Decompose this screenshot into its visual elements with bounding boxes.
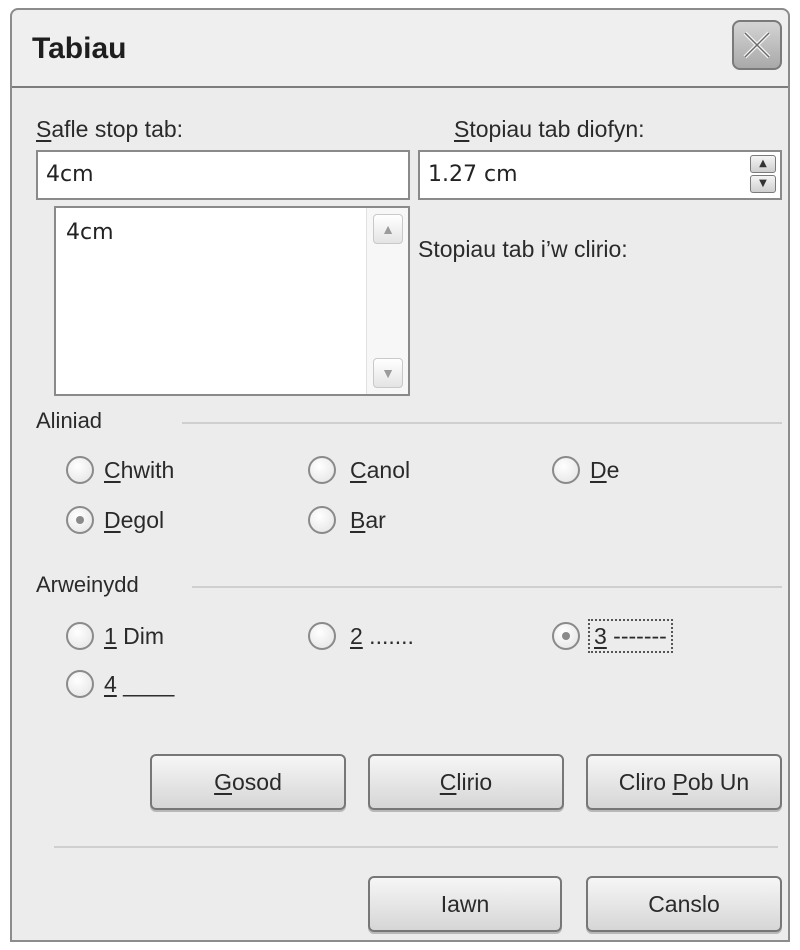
set-button[interactable]: Gosod bbox=[150, 754, 346, 810]
scroll-up-button[interactable]: ▲ bbox=[373, 214, 403, 244]
close-button[interactable] bbox=[732, 20, 782, 70]
spin-up-icon[interactable]: ▲ bbox=[750, 155, 776, 173]
align-right-radio[interactable] bbox=[552, 456, 580, 484]
dialog-title: Tabiau bbox=[32, 32, 127, 65]
align-decimal-label[interactable]: Degol bbox=[104, 507, 164, 534]
align-left-label[interactable]: Chwith bbox=[104, 457, 174, 484]
tab-position-label: Safle stop tab: bbox=[36, 116, 183, 143]
leader-divider bbox=[192, 586, 782, 588]
spin-buttons[interactable]: ▲ ▼ bbox=[750, 155, 776, 193]
default-tabs-value[interactable]: 1.27 cm bbox=[428, 162, 518, 187]
default-tabs-spinbox[interactable]: 1.27 cm ▲ ▼ bbox=[418, 150, 782, 200]
align-decimal-radio[interactable] bbox=[66, 506, 94, 534]
leader-none-radio[interactable] bbox=[66, 622, 94, 650]
chevron-down-icon: ▼ bbox=[381, 365, 395, 381]
leader-underline-label[interactable]: 4 ____ bbox=[104, 671, 174, 698]
list-scrollbar[interactable]: ▲ ▼ bbox=[366, 208, 408, 394]
list-item[interactable]: 4cm bbox=[66, 220, 114, 245]
align-center-label[interactable]: Canol bbox=[350, 457, 410, 484]
leader-dashes-radio[interactable] bbox=[552, 622, 580, 650]
leader-underline-radio[interactable] bbox=[66, 670, 94, 698]
spin-down-icon[interactable]: ▼ bbox=[750, 175, 776, 193]
leader-dashes-label[interactable]: 3 ------- bbox=[588, 619, 673, 653]
alignment-divider bbox=[182, 422, 782, 424]
align-left-radio[interactable] bbox=[66, 456, 94, 484]
alignment-section-label: Aliniad bbox=[36, 408, 103, 433]
tabs-to-clear-label: Stopiau tab i’w clirio: bbox=[418, 236, 628, 262]
tabs-dialog: Tabiau Safle stop tab: 4cm 4cm ▲ ▼ Stopi… bbox=[10, 8, 790, 942]
leader-none-label[interactable]: 1 Dim bbox=[104, 623, 164, 650]
default-tabs-label-accel: S bbox=[454, 116, 470, 142]
tab-position-input[interactable]: 4cm bbox=[36, 150, 410, 200]
align-right-label[interactable]: De bbox=[590, 457, 619, 484]
default-tabs-label: Stopiau tab diofyn: bbox=[454, 116, 645, 143]
close-icon bbox=[743, 31, 771, 59]
leader-dots-radio[interactable] bbox=[308, 622, 336, 650]
leader-section-label: Arweinydd bbox=[36, 572, 139, 597]
align-center-radio[interactable] bbox=[308, 456, 336, 484]
align-bar-label[interactable]: Bar bbox=[350, 507, 386, 534]
leader-dots-label[interactable]: 2 ....... bbox=[350, 623, 414, 650]
default-tabs-label-text: topiau tab diofyn: bbox=[469, 116, 645, 142]
tab-position-list[interactable]: 4cm ▲ ▼ bbox=[54, 206, 410, 396]
tab-position-label-accel: S bbox=[36, 116, 52, 142]
chevron-up-icon: ▲ bbox=[381, 221, 395, 237]
align-bar-radio[interactable] bbox=[308, 506, 336, 534]
ok-button[interactable]: Iawn bbox=[368, 876, 562, 932]
scroll-down-button[interactable]: ▼ bbox=[373, 358, 403, 388]
tab-position-label-text: afle stop tab: bbox=[51, 116, 184, 142]
cancel-button[interactable]: Canslo bbox=[586, 876, 782, 932]
title-bar: Tabiau bbox=[12, 10, 788, 88]
button-separator bbox=[54, 846, 778, 848]
clear-all-button[interactable]: Cliro Pob Un bbox=[586, 754, 782, 810]
clear-button[interactable]: Clirio bbox=[368, 754, 564, 810]
